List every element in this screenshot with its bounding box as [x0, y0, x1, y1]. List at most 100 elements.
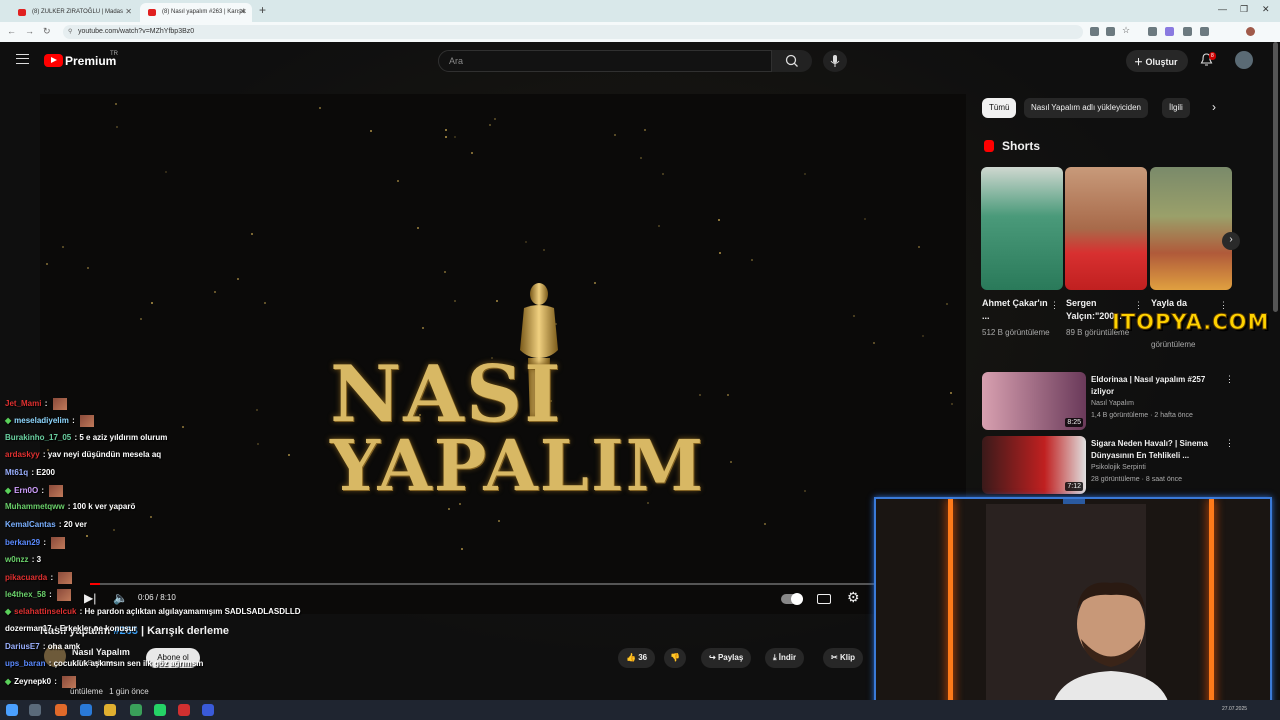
- account-avatar[interactable]: [1235, 51, 1253, 69]
- neon-light-left: [948, 499, 953, 708]
- more-options-icon[interactable]: ⋮: [1225, 438, 1234, 449]
- star-dot: [853, 315, 855, 317]
- zoom-icon[interactable]: [1106, 27, 1115, 36]
- settings-gear-icon[interactable]: ⚙: [847, 589, 860, 606]
- volume-icon[interactable]: 🔈: [113, 591, 128, 605]
- share-button[interactable]: ↪ Paylaş: [701, 648, 752, 668]
- subtitles-icon[interactable]: [817, 594, 831, 604]
- search-input[interactable]: Ara: [438, 50, 772, 72]
- star-dot: [448, 508, 450, 510]
- voice-search-button[interactable]: [823, 50, 847, 72]
- star-dot: [489, 124, 491, 126]
- app-icon[interactable]: [202, 704, 214, 716]
- chat-text: He pardon açlıktan algılayamamışım SADLS…: [84, 607, 301, 616]
- chat-text: 100 k ver yaparö: [72, 502, 136, 511]
- channel-name[interactable]: Nasıl Yapalım: [72, 647, 130, 657]
- task-view-icon[interactable]: [29, 704, 41, 716]
- reload-icon[interactable]: ↻: [43, 26, 51, 37]
- short-views: 512 B görüntüleme: [982, 328, 1050, 337]
- download-label: İndir: [778, 653, 797, 662]
- video-player[interactable]: NASI YAPALIM ▶| 🔈 0:06 / 8:10 ⚙: [40, 94, 966, 614]
- star-dot: [699, 394, 701, 396]
- more-options-icon[interactable]: ⋮: [1050, 300, 1059, 311]
- chat-message: Burakinho_17_05 : 5 e aziz yıldırım olur…: [5, 433, 167, 442]
- star-dot: [150, 516, 152, 518]
- extension-icon[interactable]: [1183, 27, 1192, 36]
- chevron-right-icon[interactable]: ›: [1212, 100, 1216, 114]
- clip-label: Klip: [839, 653, 856, 662]
- browser-tab-1[interactable]: (8) ZULKER ZIRATOĞLU | Madas ✕: [10, 3, 138, 22]
- recommendation-title[interactable]: Eldorinaa | Nasıl yapalım #257 izliyor: [1091, 374, 1216, 398]
- video-title-graphic-line2: YAPALIM: [330, 424, 706, 507]
- minimize-icon[interactable]: —: [1218, 4, 1227, 14]
- file-explorer-icon[interactable]: [104, 704, 116, 716]
- chat-username: Ern0O: [14, 486, 39, 496]
- screen: (8) ZULKER ZIRATOĞLU | Madas ✕ (8) Nasıl…: [0, 0, 1280, 720]
- short-thumbnail[interactable]: [1150, 167, 1232, 290]
- browser-icon[interactable]: [130, 704, 142, 716]
- page-scrollbar[interactable]: [1273, 42, 1278, 312]
- back-icon[interactable]: ←: [7, 26, 16, 36]
- recommendation-title[interactable]: Sigara Neden Havalı? | Sinema Dünyasının…: [1091, 438, 1216, 462]
- next-video-icon[interactable]: ▶|: [84, 591, 96, 605]
- chat-text: oha amk: [47, 642, 81, 651]
- upload-date: 1 gün önce: [109, 687, 149, 696]
- like-button[interactable]: 👍 36: [618, 648, 656, 668]
- close-tab-icon[interactable]: ✕: [239, 7, 246, 16]
- chip-from-uploader[interactable]: Nasıl Yapalım adlı yükleyiciden: [1024, 98, 1148, 118]
- maximize-icon[interactable]: ❐: [1240, 4, 1248, 15]
- search-button[interactable]: [772, 50, 812, 72]
- youtube-logo-icon[interactable]: [44, 54, 63, 67]
- recommendation-thumbnail[interactable]: 7:12: [982, 436, 1086, 494]
- star-dot: [251, 233, 253, 235]
- short-title[interactable]: Ahmet Çakar'ın ...: [982, 297, 1048, 323]
- shorts-next-button[interactable]: ›: [1222, 232, 1240, 250]
- menu-icon[interactable]: [16, 54, 29, 64]
- forward-icon[interactable]: →: [25, 26, 34, 36]
- star-dot: [257, 443, 259, 445]
- extensions-puzzle-icon[interactable]: [1200, 27, 1209, 36]
- whatsapp-icon[interactable]: [154, 704, 166, 716]
- progress-fill: [90, 583, 100, 585]
- chat-message: w0nzz : 3: [5, 555, 41, 564]
- short-thumbnail[interactable]: [1065, 167, 1147, 290]
- short-thumbnail[interactable]: [981, 167, 1063, 290]
- autoplay-toggle[interactable]: [781, 593, 803, 605]
- close-tab-icon[interactable]: ✕: [125, 7, 132, 16]
- chat-emote-icon: [49, 485, 64, 497]
- video-title-rest: | Karışık derleme: [140, 625, 230, 637]
- chip-related[interactable]: İlgili: [1162, 98, 1190, 118]
- app-icon[interactable]: [178, 704, 190, 716]
- close-window-icon[interactable]: ✕: [1262, 4, 1270, 15]
- short-title[interactable]: Yayla da: [1151, 297, 1217, 310]
- browser-tab-2[interactable]: (8) Nasıl yapalım #263 | Karışık ✕: [140, 3, 252, 22]
- star-dot: [718, 219, 720, 221]
- recommendation-channel[interactable]: Psikolojik Serpinti: [1091, 464, 1146, 471]
- bookmark-star-icon[interactable]: ☆: [1122, 25, 1131, 35]
- create-button[interactable]: ＋ Oluştur: [1126, 50, 1188, 72]
- more-options-icon[interactable]: ⋮: [1225, 374, 1234, 385]
- url-field[interactable]: ⚲ youtube.com/watch?v=MZhYfbp3Bz0: [63, 25, 1083, 39]
- app-icon[interactable]: [55, 704, 67, 716]
- star-dot: [87, 267, 89, 269]
- extension-icon[interactable]: [1148, 27, 1157, 36]
- dislike-button[interactable]: 👎: [664, 648, 686, 668]
- extension-icon[interactable]: [1165, 27, 1174, 36]
- clip-button[interactable]: ✂ Klip: [823, 648, 864, 668]
- chip-all[interactable]: Tümü: [982, 98, 1017, 118]
- new-tab-button[interactable]: +: [259, 3, 266, 17]
- cast-icon[interactable]: [1090, 27, 1099, 36]
- star-dot: [658, 225, 660, 227]
- app-icon[interactable]: [80, 704, 92, 716]
- logo-text[interactable]: Premium: [65, 54, 116, 68]
- windows-start-icon[interactable]: [6, 704, 18, 716]
- short-views: görüntüleme: [1151, 340, 1196, 349]
- chat-separator: :: [52, 624, 60, 633]
- chat-username: le4thex_58: [5, 590, 46, 600]
- profile-icon[interactable]: [1246, 27, 1255, 36]
- recommendation-channel[interactable]: Nasıl Yapalım: [1091, 400, 1134, 407]
- thumbs-up-icon: 👍: [626, 653, 639, 662]
- recommendation-thumbnail[interactable]: 8:25: [982, 372, 1086, 430]
- progress-bar[interactable]: [90, 583, 920, 585]
- download-button[interactable]: ⤓ İndir: [765, 648, 805, 668]
